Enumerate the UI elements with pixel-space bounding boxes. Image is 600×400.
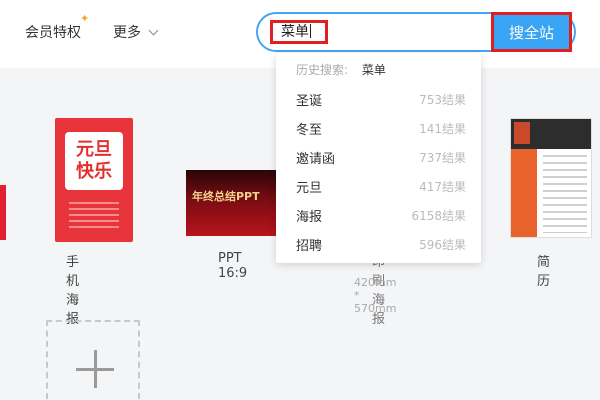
mobile-poster-thumbnail[interactable]: 元旦 快乐	[55, 118, 133, 242]
suggestion-count: 737结果	[419, 150, 466, 165]
more-menu[interactable]: 更多	[113, 22, 159, 42]
card-label-resume: 简历	[537, 255, 551, 289]
suggestion-item[interactable]: 冬至 141结果	[296, 118, 466, 138]
resume-text-lines	[543, 155, 587, 233]
chevron-down-icon	[148, 25, 159, 35]
suggestion-name: 招聘	[296, 238, 323, 254]
suggestion-count: 141结果	[419, 121, 466, 136]
card-size-print-poster: 420mm * 570mm	[354, 276, 397, 315]
poster-headline-line-1: 元旦	[76, 139, 112, 160]
plus-icon-vertical	[94, 350, 97, 388]
star-icon: ✦	[80, 12, 90, 25]
suggestion-count: 417结果	[419, 179, 466, 194]
suggestion-item[interactable]: 圣诞 753结果	[296, 89, 466, 109]
card-label-mobile-poster: 手机海报	[66, 255, 80, 327]
suggestion-name: 元旦	[296, 180, 323, 196]
search-input-value: 菜单	[281, 24, 309, 40]
text-caret	[310, 24, 311, 38]
search-history-item[interactable]: 菜单	[362, 63, 386, 77]
suggestion-item[interactable]: 海报 6158结果	[296, 205, 466, 225]
suggestion-count: 6158结果	[411, 208, 466, 223]
poster-headline-line-2: 快乐	[76, 161, 112, 182]
resume-photo	[514, 122, 530, 144]
card-label-ppt: PPT 16:9	[218, 251, 248, 281]
search-all-button[interactable]: 搜全站	[491, 12, 572, 52]
add-custom-size-button[interactable]	[46, 320, 140, 400]
suggestion-count: 753结果	[419, 92, 466, 107]
suggestion-name: 冬至	[296, 122, 323, 138]
resume-thumbnail[interactable]	[510, 118, 592, 238]
ppt-thumbnail-title: 年终总结PPT	[192, 190, 260, 203]
suggestion-item[interactable]: 邀请函 737结果	[296, 147, 466, 167]
vip-privileges-link[interactable]: 会员特权	[25, 22, 81, 42]
suggestion-name: 海报	[296, 209, 323, 225]
suggestion-item[interactable]: 元旦 417结果	[296, 176, 466, 196]
suggestion-name: 圣诞	[296, 93, 323, 109]
poster-text-lines	[69, 202, 119, 230]
search-input[interactable]: 菜单	[270, 20, 328, 44]
resume-sidebar	[511, 149, 537, 237]
partial-thumbnail-left	[0, 185, 6, 240]
search-history-label: 历史搜索:	[296, 63, 349, 77]
suggestion-count: 596结果	[419, 237, 466, 252]
suggestion-name: 邀请函	[296, 151, 336, 167]
poster-headline: 元旦 快乐	[65, 132, 123, 190]
more-label: 更多	[113, 25, 141, 41]
search-history-row: 历史搜索: 菜单	[296, 61, 386, 78]
suggestion-item[interactable]: 招聘 596结果	[296, 234, 466, 254]
search-suggestion-dropdown: 历史搜索: 菜单 圣诞 753结果 冬至 141结果 邀请函 737结果 元旦 …	[276, 53, 481, 263]
